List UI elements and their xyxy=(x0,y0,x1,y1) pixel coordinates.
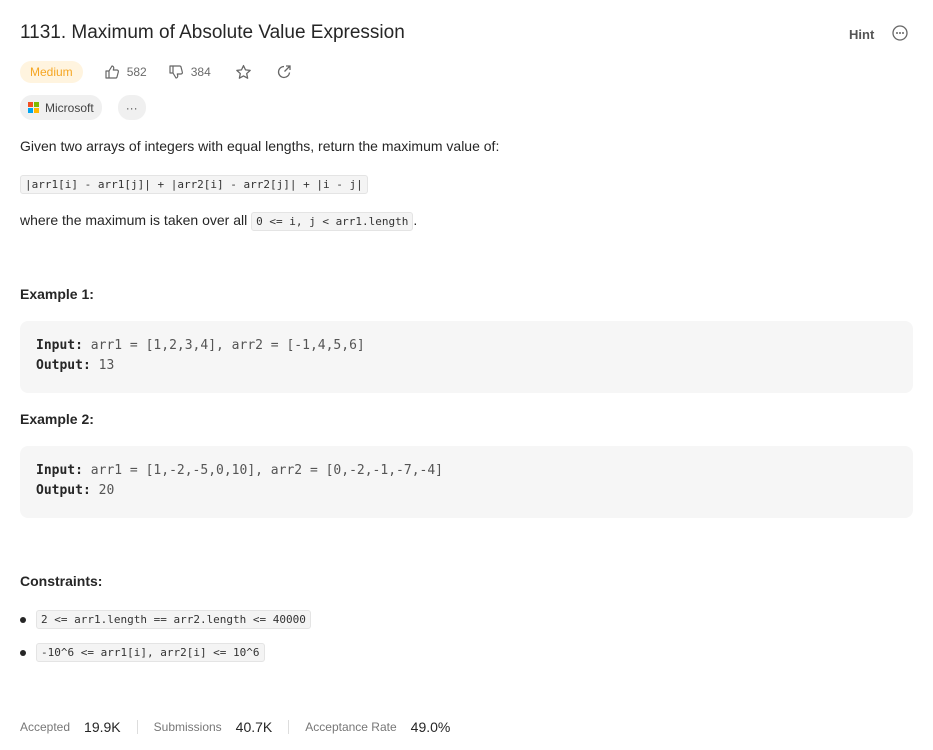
where-code: 0 <= i, j < arr1.length xyxy=(251,212,414,231)
constraints-heading: Constraints: xyxy=(20,573,103,589)
constraint-code: -10^6 <= arr1[i], arr2[i] <= 10^6 xyxy=(36,643,265,662)
favorite-button[interactable] xyxy=(235,64,252,81)
acceptance-rate-label: Acceptance Rate xyxy=(305,720,397,734)
description-intro: Given two arrays of integers with equal … xyxy=(20,138,500,154)
like-button[interactable]: 582 xyxy=(104,64,147,80)
example-1-heading: Example 1: xyxy=(20,286,94,302)
expression-block: |arr1[i] - arr1[j]| + |arr2[i] - arr2[j]… xyxy=(20,175,368,194)
example-2-input: arr1 = [1,-2,-5,0,10], arr2 = [0,-2,-1,-… xyxy=(90,463,443,478)
share-icon xyxy=(277,65,291,79)
bullet-icon xyxy=(20,616,26,623)
where-suffix: . xyxy=(413,212,418,228)
output-label: Output: xyxy=(36,483,91,498)
difficulty-badge: Medium xyxy=(20,61,83,83)
example-1-block: Input: arr1 = [1,2,3,4], arr2 = [-1,4,5,… xyxy=(20,321,913,393)
thumbs-down-icon xyxy=(169,65,183,79)
company-tag-label: Microsoft xyxy=(45,100,94,115)
description-where: where the maximum is taken over all 0 <=… xyxy=(20,212,417,231)
example-2-heading: Example 2: xyxy=(20,411,94,427)
star-icon xyxy=(235,64,251,79)
divider xyxy=(288,720,290,734)
example-1-input: arr1 = [1,2,3,4], arr2 = [-1,4,5,6] xyxy=(90,338,365,353)
accepted-label: Accepted xyxy=(20,720,71,734)
bullet-icon xyxy=(20,649,26,656)
stats-bar: Accepted 19.9K Submissions 40.7K Accepta… xyxy=(20,716,450,738)
submissions-label: Submissions xyxy=(153,720,222,734)
tags-row: Microsoft ··· xyxy=(20,95,146,120)
example-2-output: 20 xyxy=(98,483,115,498)
dislike-button[interactable]: 384 xyxy=(168,64,211,80)
divider xyxy=(136,720,138,734)
constraint-code: 2 <= arr1.length == arr2.length <= 40000 xyxy=(36,610,311,629)
example-1-output: 13 xyxy=(98,358,115,373)
dislike-count: 384 xyxy=(190,65,211,79)
acceptance-rate-value: 49.0% xyxy=(410,719,451,735)
example-2-block: Input: arr1 = [1,-2,-5,0,10], arr2 = [0,… xyxy=(20,446,913,518)
share-button[interactable] xyxy=(276,64,292,80)
more-options-icon[interactable] xyxy=(892,25,908,41)
more-tags-button[interactable]: ··· xyxy=(117,95,146,120)
input-label: Input: xyxy=(36,338,83,353)
problem-title: 1131. Maximum of Absolute Value Expressi… xyxy=(20,22,405,43)
constraint-item: -10^6 <= arr1[i], arr2[i] <= 10^6 xyxy=(20,643,265,662)
accepted-value: 19.9K xyxy=(84,719,121,735)
like-count: 582 xyxy=(126,65,147,79)
input-label: Input: xyxy=(36,463,83,478)
submissions-value: 40.7K xyxy=(235,719,273,735)
problem-meta-row: Medium 582 384 xyxy=(20,59,292,85)
hint-button[interactable]: Hint xyxy=(849,27,874,42)
output-label: Output: xyxy=(36,358,91,373)
thumbs-up-icon xyxy=(105,65,119,79)
constraint-item: 2 <= arr1.length == arr2.length <= 40000 xyxy=(20,610,311,629)
where-prefix: where the maximum is taken over all xyxy=(20,212,252,228)
company-tag[interactable]: Microsoft xyxy=(20,95,102,120)
microsoft-logo-icon xyxy=(28,102,39,113)
expression-code: |arr1[i] - arr1[j]| + |arr2[i] - arr2[j]… xyxy=(20,175,368,194)
